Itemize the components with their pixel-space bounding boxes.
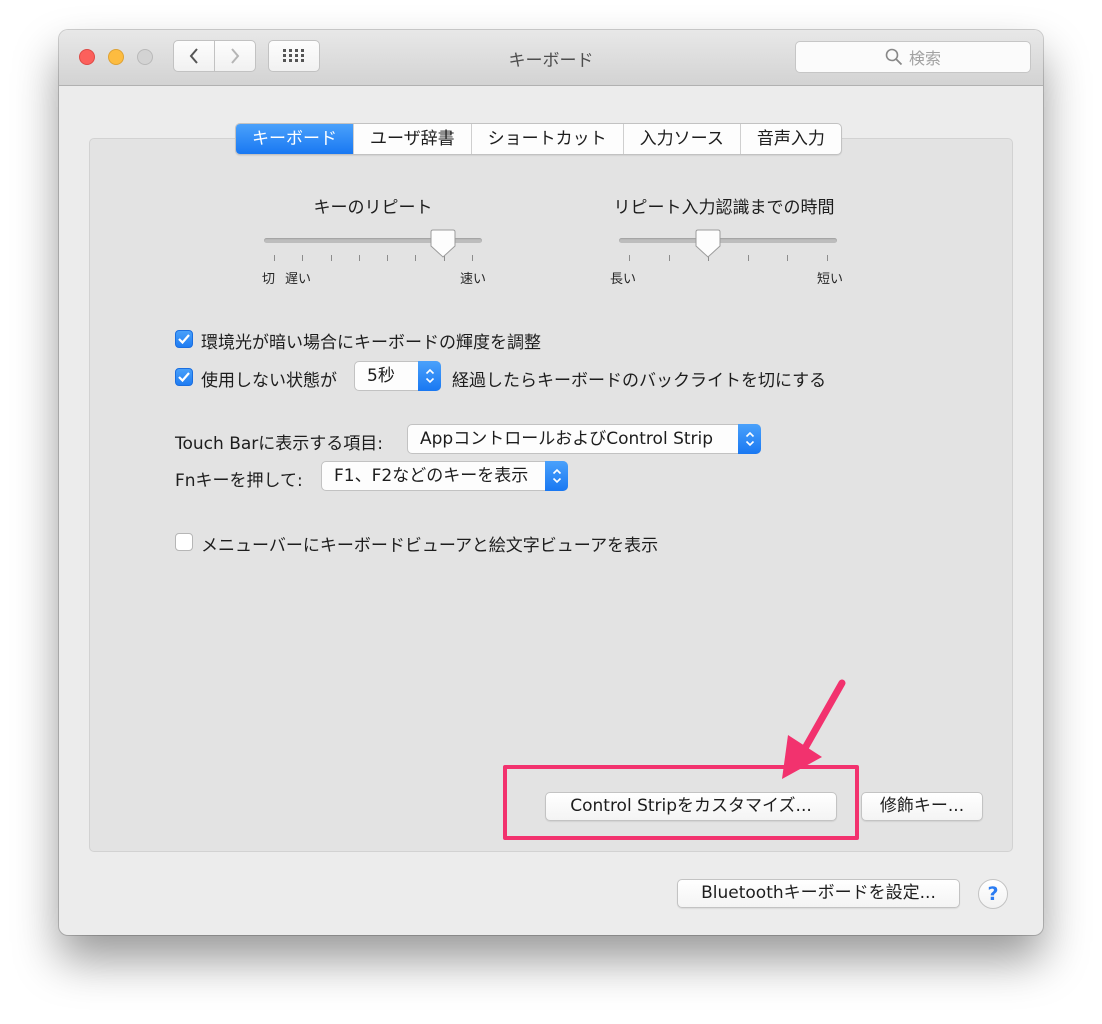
tab-user-dictionary[interactable]: ユーザ辞書 bbox=[353, 124, 471, 154]
key-repeat-title: キーのリピート bbox=[313, 198, 433, 218]
backlight-suffix: 経過したらキーボードのバックライトを切にする bbox=[452, 371, 827, 391]
slider-tick bbox=[302, 255, 304, 261]
repeat-delay-thumb[interactable] bbox=[694, 229, 722, 259]
tab-bar: キーボード ユーザ辞書 ショートカット 入力ソース 音声入力 bbox=[235, 123, 842, 155]
annotation-arrow-icon bbox=[782, 679, 846, 779]
backlight-checkbox[interactable] bbox=[175, 368, 193, 386]
content-panel bbox=[89, 138, 1013, 852]
slider-tick bbox=[787, 255, 789, 261]
fn-key-popup[interactable]: F1、F2などのキーを表示 bbox=[321, 461, 568, 491]
brightness-label: 環境光が暗い場合にキーボードの輝度を調整 bbox=[201, 333, 541, 353]
key-repeat-label-fast: 速い bbox=[460, 272, 487, 287]
fn-key-value: F1、F2などのキーを表示 bbox=[334, 466, 529, 486]
slider-tick bbox=[827, 255, 828, 261]
key-repeat-label-slow: 遅い bbox=[285, 272, 312, 287]
backlight-timeout-popup[interactable]: 5秒 bbox=[354, 361, 441, 391]
repeat-delay-track[interactable] bbox=[619, 238, 837, 243]
repeat-delay-label-short: 短い bbox=[817, 272, 844, 287]
tab-dictation[interactable]: 音声入力 bbox=[739, 124, 841, 154]
viewer-checkbox[interactable] bbox=[175, 533, 193, 551]
backlight-prefix: 使用しない状態が bbox=[201, 371, 337, 391]
modifier-keys-button[interactable]: 修飾キー... bbox=[861, 792, 983, 821]
checkmark-icon bbox=[178, 372, 190, 383]
key-repeat-label-off: 切 bbox=[262, 272, 276, 287]
checkmark-icon bbox=[178, 334, 190, 345]
viewer-label: メニューバーにキーボードビューアと絵文字ビューアを表示 bbox=[201, 536, 659, 556]
backlight-timeout-value: 5秒 bbox=[367, 366, 395, 386]
touchbar-popup[interactable]: AppコントロールおよびControl Strip bbox=[407, 424, 761, 454]
slider-tick bbox=[415, 255, 417, 261]
updown-arrows-icon bbox=[545, 461, 568, 491]
key-repeat-thumb[interactable] bbox=[429, 229, 457, 259]
updown-arrows-icon bbox=[418, 361, 441, 391]
search-field[interactable]: 検索 bbox=[795, 41, 1031, 73]
tab-shortcuts[interactable]: ショートカット bbox=[470, 124, 623, 154]
brightness-checkbox[interactable] bbox=[175, 330, 193, 348]
setup-bluetooth-keyboard-button[interactable]: Bluetoothキーボードを設定... bbox=[677, 879, 960, 908]
repeat-delay-label-long: 長い bbox=[610, 272, 637, 287]
tab-input-sources[interactable]: 入力ソース bbox=[622, 124, 740, 154]
tab-keyboard[interactable]: キーボード bbox=[236, 124, 353, 154]
touchbar-value: AppコントロールおよびControl Strip bbox=[420, 429, 714, 449]
slider-tick bbox=[387, 255, 389, 261]
repeat-delay-title: リピート入力認識までの時間 bbox=[613, 198, 835, 218]
touchbar-label: Touch Barに表示する項目: bbox=[175, 434, 383, 454]
slider-tick bbox=[330, 255, 332, 261]
search-icon bbox=[885, 48, 903, 66]
slider-tick bbox=[747, 255, 749, 261]
title-bar: キーボード 検索 bbox=[59, 30, 1043, 86]
updown-arrows-icon bbox=[738, 424, 761, 454]
slider-tick bbox=[472, 255, 473, 261]
fn-key-label: Fnキーを押して: bbox=[175, 471, 303, 491]
slider-tick bbox=[668, 255, 670, 261]
help-button[interactable]: ? bbox=[978, 879, 1008, 909]
slider-tick bbox=[629, 255, 630, 261]
slider-tick bbox=[358, 255, 360, 261]
slider-tick bbox=[274, 255, 275, 261]
search-placeholder: 検索 bbox=[908, 49, 941, 68]
